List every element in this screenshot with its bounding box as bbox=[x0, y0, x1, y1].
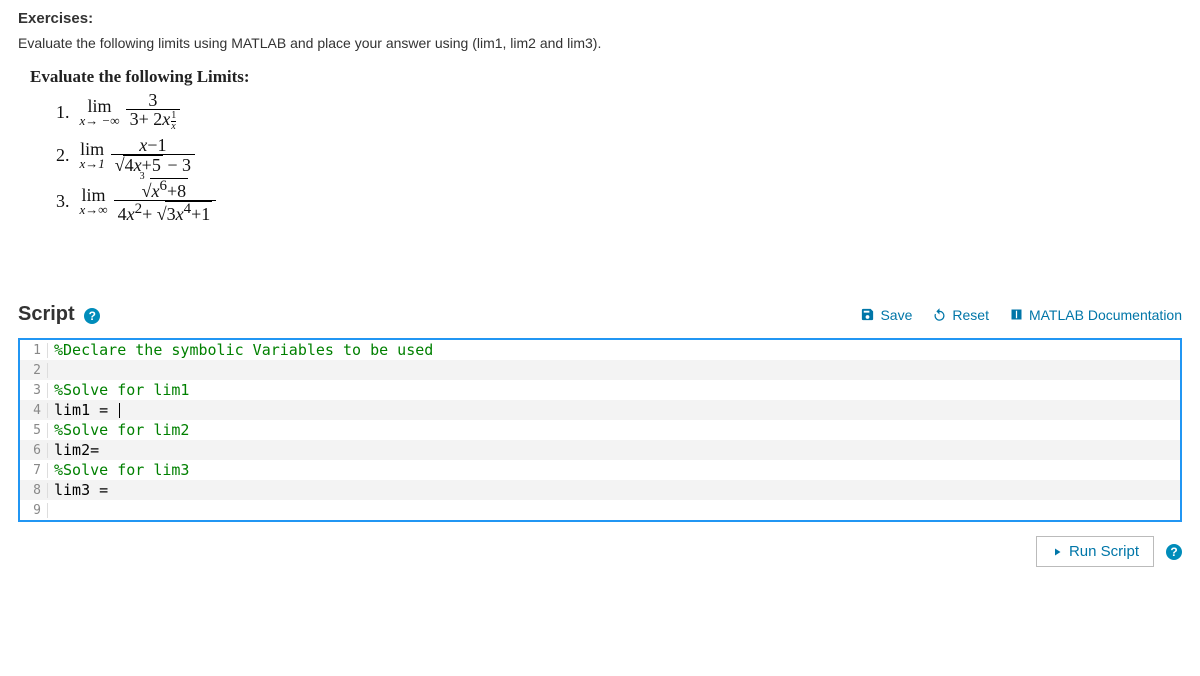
code-content[interactable]: %Solve for lim1 bbox=[48, 381, 189, 399]
reset-button[interactable]: Reset bbox=[932, 307, 989, 323]
problem-number: 1. bbox=[56, 103, 70, 121]
line-number: 7 bbox=[20, 463, 48, 478]
editor-line[interactable]: 5%Solve for lim2 bbox=[20, 420, 1180, 440]
editor-line[interactable]: 9 bbox=[20, 500, 1180, 520]
editor-line[interactable]: 4lim1 = bbox=[20, 400, 1180, 420]
fraction: 3 3+ 2x1x bbox=[126, 91, 181, 132]
line-number: 3 bbox=[20, 383, 48, 398]
limit-operator: lim x→ −∞ bbox=[80, 97, 120, 127]
reset-icon bbox=[932, 307, 947, 322]
line-number: 8 bbox=[20, 483, 48, 498]
code-content[interactable]: %Solve for lim3 bbox=[48, 461, 189, 479]
help-icon[interactable]: ? bbox=[1166, 544, 1182, 560]
code-content[interactable]: lim1 = bbox=[48, 401, 120, 419]
run-label: Run Script bbox=[1069, 543, 1139, 560]
exercises-title: Exercises: bbox=[18, 10, 1182, 27]
help-icon[interactable]: ? bbox=[84, 308, 100, 324]
line-number: 4 bbox=[20, 403, 48, 418]
code-content[interactable]: lim2= bbox=[48, 441, 99, 459]
fraction: x−1 4x+5 − 3 bbox=[111, 136, 195, 174]
docs-link[interactable]: MATLAB Documentation bbox=[1009, 307, 1182, 323]
limit-problem-3: 3. lim x→∞ 3x6+8 4x2+ 3x4+1 bbox=[56, 178, 1182, 223]
limit-problem-1: 1. lim x→ −∞ 3 3+ 2x1x bbox=[56, 91, 1182, 132]
code-editor[interactable]: 1%Declare the symbolic Variables to be u… bbox=[18, 338, 1182, 522]
editor-line[interactable]: 7%Solve for lim3 bbox=[20, 460, 1180, 480]
editor-line[interactable]: 2 bbox=[20, 360, 1180, 380]
line-number: 2 bbox=[20, 363, 48, 378]
script-title: Script ? bbox=[18, 303, 100, 326]
math-block: 1. lim x→ −∞ 3 3+ 2x1x 2. lim x→1 x−1 4x… bbox=[56, 91, 1182, 223]
line-number: 6 bbox=[20, 443, 48, 458]
limit-problem-2: 2. lim x→1 x−1 4x+5 − 3 bbox=[56, 136, 1182, 174]
evaluate-limits-title: Evaluate the following Limits: bbox=[30, 67, 1182, 87]
text-cursor bbox=[119, 403, 120, 418]
docs-label: MATLAB Documentation bbox=[1029, 307, 1182, 323]
script-header-row: Script ? Save Reset MATLAB Documentation bbox=[18, 303, 1182, 326]
save-button[interactable]: Save bbox=[860, 307, 912, 323]
problem-number: 2. bbox=[56, 146, 70, 164]
fraction: 3x6+8 4x2+ 3x4+1 bbox=[114, 178, 217, 223]
code-content[interactable]: %Solve for lim2 bbox=[48, 421, 189, 439]
limit-operator: lim x→∞ bbox=[80, 186, 108, 216]
editor-footer: Run Script ? bbox=[18, 536, 1182, 567]
save-icon bbox=[860, 307, 875, 322]
editor-toolbar: Save Reset MATLAB Documentation bbox=[860, 307, 1182, 323]
reset-label: Reset bbox=[952, 307, 989, 323]
exercises-desc: Evaluate the following limits using MATL… bbox=[18, 35, 1182, 51]
code-content[interactable]: lim3 = bbox=[48, 481, 117, 499]
code-content[interactable]: %Declare the symbolic Variables to be us… bbox=[48, 341, 433, 359]
book-icon bbox=[1009, 307, 1024, 322]
line-number: 9 bbox=[20, 503, 48, 518]
line-number: 1 bbox=[20, 343, 48, 358]
line-number: 5 bbox=[20, 423, 48, 438]
editor-line[interactable]: 3%Solve for lim1 bbox=[20, 380, 1180, 400]
run-script-button[interactable]: Run Script bbox=[1036, 536, 1154, 567]
play-icon bbox=[1051, 546, 1063, 558]
problem-number: 3. bbox=[56, 192, 70, 210]
exercises-header: Exercises: Evaluate the following limits… bbox=[18, 10, 1182, 51]
save-label: Save bbox=[880, 307, 912, 323]
editor-line[interactable]: 1%Declare the symbolic Variables to be u… bbox=[20, 340, 1180, 360]
editor-line[interactable]: 8lim3 = bbox=[20, 480, 1180, 500]
limit-operator: lim x→1 bbox=[80, 140, 105, 170]
editor-line[interactable]: 6lim2= bbox=[20, 440, 1180, 460]
